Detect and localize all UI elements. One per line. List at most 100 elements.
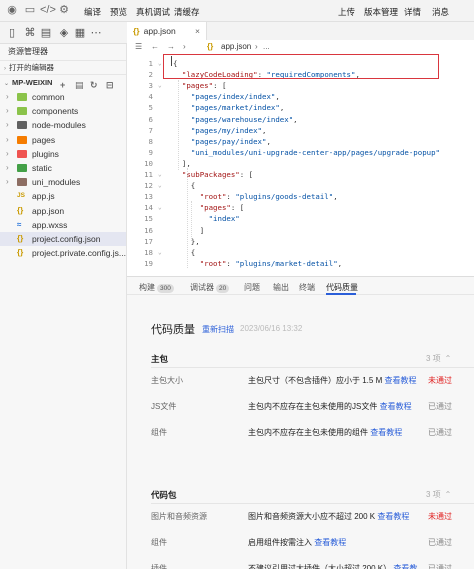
close-icon[interactable]: × <box>195 22 200 40</box>
tree-item[interactable]: › components <box>0 104 126 118</box>
view-tutorial-link[interactable]: 查看教程 <box>384 376 416 385</box>
chevron-right-icon: › <box>6 162 9 172</box>
section-count-label: 3 项 <box>426 490 441 499</box>
section-count[interactable]: 3 项 ⌃ <box>426 353 451 364</box>
fold-chevron-icon[interactable]: ⌄ <box>158 202 162 213</box>
fold-chevron-icon[interactable]: ⌄ <box>158 80 162 91</box>
panel-tab[interactable]: 问题 <box>244 282 260 293</box>
chevron-right-icon: › <box>255 42 258 51</box>
code-editor[interactable]: 1 ⌄{2 "lazyCodeLoading": "requiredCompone… <box>127 54 474 274</box>
more-icon[interactable]: ⋯ <box>90 27 102 39</box>
compile-button[interactable]: 编译 <box>84 6 101 18</box>
panel-title: 代码质量 <box>151 324 195 336</box>
code-line[interactable]: 12 ⌄ { <box>127 180 474 191</box>
view-tutorial-link[interactable]: 查看教程 <box>370 428 402 437</box>
code-line[interactable]: 4 "pages/index/index", <box>127 91 474 102</box>
tree-item[interactable]: {} app.json <box>0 204 126 218</box>
clear-cache-button[interactable]: 清缓存 <box>174 6 200 18</box>
count-badge: 20 <box>216 284 230 293</box>
count-badge: 300 <box>157 284 174 293</box>
line-number: 10 <box>144 158 153 168</box>
tree-item[interactable]: {} project.config.json <box>0 231 126 247</box>
fold-chevron-icon[interactable]: ⌄ <box>158 58 162 69</box>
code-line[interactable]: 17 }, <box>127 236 474 247</box>
line-number: 7 <box>148 125 153 135</box>
chevron-right-icon: › <box>6 134 9 144</box>
code-line[interactable]: 10 ], <box>127 158 474 169</box>
tree-item[interactable]: › pages <box>0 133 126 147</box>
tree-item[interactable]: › node-modules <box>0 118 126 132</box>
open-editors-section[interactable]: › 打开的编辑器 <box>0 60 126 74</box>
tree-item-label: app.json <box>32 205 65 216</box>
breadcrumb-more[interactable]: ... <box>263 40 270 54</box>
code-line[interactable]: 14 ⌄ "pages": [ <box>127 202 474 213</box>
code-text: "uni_modules/uni-upgrade-center-app/page… <box>190 147 440 157</box>
details-button[interactable]: 详情 <box>404 6 421 18</box>
panel-tab[interactable]: 构建 300 <box>139 282 174 293</box>
code-line[interactable]: 8 "pages/pay/index", <box>127 136 474 147</box>
line-number: 5 <box>148 103 153 113</box>
tree-item-label: static <box>32 162 52 173</box>
tree-item[interactable]: {} project.private.config.js... <box>0 246 126 260</box>
code-line[interactable]: 18 ⌄ { <box>127 247 474 258</box>
breadcrumb-file[interactable]: app.json <box>221 40 251 54</box>
view-tutorial-link[interactable]: 查看教程 <box>314 538 346 547</box>
avatar-icon[interactable]: ◉ <box>6 4 18 16</box>
list-icon[interactable]: ☰ <box>135 40 142 54</box>
section-count[interactable]: 3 项 ⌃ <box>426 489 451 500</box>
phone-icon[interactable]: ▯ <box>6 27 18 39</box>
rule-name: 插件 <box>151 564 167 569</box>
tree-item[interactable]: ≈ app.wxss <box>0 218 126 232</box>
tree-item[interactable]: › static <box>0 161 126 175</box>
tree-item-label: components <box>32 106 79 117</box>
simulator-icon[interactable]: ▭ <box>24 4 36 16</box>
code-line[interactable]: 6 "pages/warehouse/index", <box>127 114 474 125</box>
messages-button[interactable]: 消息 <box>432 6 449 18</box>
back-icon[interactable]: ← <box>151 40 159 54</box>
line-number: 18 <box>144 247 153 257</box>
code-text: "subPackages": [ <box>181 170 254 179</box>
forward-icon[interactable]: → <box>167 40 175 54</box>
tab-app-json[interactable]: {} app.json × <box>127 22 207 40</box>
code-icon[interactable]: ⌘ <box>24 27 36 39</box>
rescan-link[interactable]: 重新扫描 <box>202 324 234 335</box>
folder-icon <box>17 135 27 144</box>
cube-icon[interactable]: ◈ <box>58 27 70 39</box>
debugger-icon[interactable]: ⚙ <box>58 4 70 16</box>
panel-tab[interactable]: 代码质量 <box>326 282 358 293</box>
window-icon[interactable]: ▤ <box>40 27 52 39</box>
tree-item[interactable]: › uni_modules <box>0 175 126 189</box>
fold-chevron-icon[interactable]: ⌄ <box>158 247 162 258</box>
layout-icon[interactable]: ▦ <box>74 27 86 39</box>
code-line[interactable]: 19 "root": "plugins/market-detail", <box>127 258 474 269</box>
code-line[interactable]: 3 ⌄ "pages": [ <box>127 80 474 91</box>
editor-tabs: {} app.json × <box>127 22 474 40</box>
view-tutorial-link[interactable]: 查看教程 <box>380 402 412 411</box>
view-tutorial-link[interactable]: 查看教程 <box>377 512 409 521</box>
rule-description-text: 图片和音频资源大小应不超过 200 K <box>248 512 376 521</box>
tree-item[interactable]: › plugins <box>0 147 126 161</box>
panel-tab[interactable]: 调试器 20 <box>190 282 230 293</box>
upload-button[interactable]: 上传 <box>338 6 355 18</box>
tree-item[interactable]: › common <box>0 90 126 104</box>
version-mgmt-button[interactable]: 版本管理 <box>364 6 398 18</box>
code-line[interactable]: 16 ] <box>127 225 474 236</box>
project-section[interactable]: ⌄ MP-WEIXIN + ▤ ↻ ⊟ <box>0 74 126 90</box>
code-line[interactable]: 11 ⌄ "subPackages": [ <box>127 169 474 180</box>
code-line[interactable]: 15 "index" <box>127 213 474 224</box>
preview-button[interactable]: 预览 <box>110 6 127 18</box>
real-debug-button[interactable]: 真机调试 <box>136 6 170 18</box>
code-line[interactable]: 7 "pages/my/index", <box>127 125 474 136</box>
status-badge: 已通过 <box>428 402 452 411</box>
panel-tab[interactable]: 输出 <box>273 282 289 293</box>
tree-item[interactable]: JS app.js <box>0 189 126 203</box>
code-line[interactable]: 13 "root": "plugins/goods-detail", <box>127 191 474 202</box>
fold-chevron-icon[interactable]: ⌄ <box>158 169 162 180</box>
panel-tab[interactable]: 终端 <box>299 282 315 293</box>
fold-chevron-icon[interactable]: ⌄ <box>158 180 162 191</box>
line-number: 13 <box>144 192 153 202</box>
code-line[interactable]: 9 "uni_modules/uni-upgrade-center-app/pa… <box>127 147 474 158</box>
editor-icon[interactable]: </> <box>40 4 56 16</box>
text-cursor <box>171 56 172 66</box>
code-line[interactable]: 5 "pages/market/index", <box>127 102 474 113</box>
